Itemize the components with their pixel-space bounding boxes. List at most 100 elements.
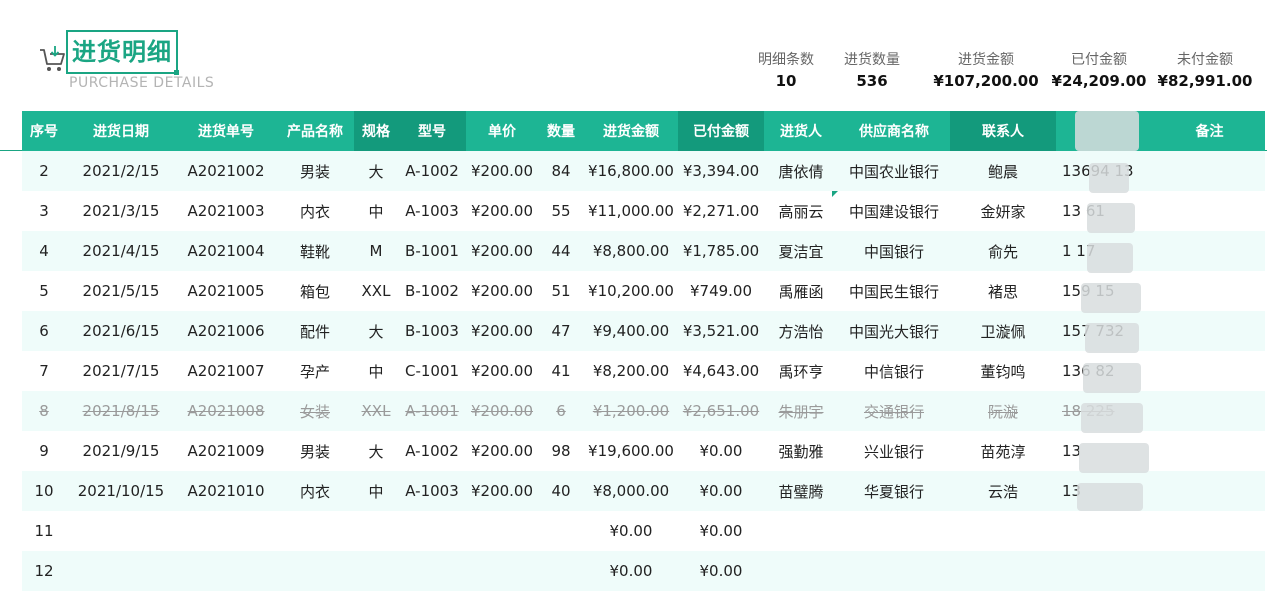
cell-product[interactable]: 女装 <box>276 391 354 431</box>
column-header-qty[interactable]: 数量 <box>538 111 584 151</box>
cell-order-no[interactable] <box>176 511 276 551</box>
cell-spec[interactable]: 中 <box>354 471 398 511</box>
cell-product[interactable]: 内衣 <box>276 191 354 231</box>
cell-price[interactable]: ¥200.00 <box>466 471 538 511</box>
cell-contact[interactable]: 苗苑淳 <box>950 431 1056 471</box>
cell-seq[interactable]: 11 <box>22 511 66 551</box>
cell-price[interactable]: ¥200.00 <box>466 351 538 391</box>
column-header-date[interactable]: 进货日期 <box>66 111 176 151</box>
cell-price[interactable]: ¥200.00 <box>466 231 538 271</box>
cell-buyer[interactable]: 高丽云 <box>764 191 838 231</box>
cell-seq[interactable]: 4 <box>22 231 66 271</box>
table-row[interactable]: 7 2021/7/15 A2021007 孕产中 C-1001 ¥200.00 41 ¥8,2… <box>22 351 1265 391</box>
cell-date[interactable]: 2021/5/15 <box>66 271 176 311</box>
column-header-contact[interactable]: 联系人 <box>950 111 1056 151</box>
cell-date[interactable]: 2021/7/15 <box>66 351 176 391</box>
column-header-supplier[interactable]: 供应商名称 <box>838 111 950 151</box>
cell-supplier[interactable]: 中信银行 <box>838 351 950 391</box>
cell-spec[interactable]: 中 <box>354 191 398 231</box>
cell-order-no[interactable]: A2021004 <box>176 231 276 271</box>
cell-remark[interactable] <box>1154 551 1265 591</box>
cell-price[interactable]: ¥200.00 <box>466 151 538 191</box>
cell-contact[interactable]: 阮漩 <box>950 391 1056 431</box>
cell-buyer[interactable] <box>764 551 838 591</box>
cell-phone[interactable]: 13 61 <box>1056 191 1154 231</box>
cell-seq[interactable]: 10 <box>22 471 66 511</box>
cell-buyer[interactable]: 夏洁宜 <box>764 231 838 271</box>
cell-supplier[interactable] <box>838 511 950 551</box>
cell-supplier[interactable]: 兴业银行 <box>838 431 950 471</box>
cell-supplier[interactable]: 中国民生银行 <box>838 271 950 311</box>
cell-order-no[interactable]: A2021006 <box>176 311 276 351</box>
column-header-amount[interactable]: 进货金额 <box>584 111 678 151</box>
cell-qty[interactable]: 98 <box>538 431 584 471</box>
cell-seq[interactable]: 8 <box>22 391 66 431</box>
cell-model[interactable]: A-1002 <box>398 431 466 471</box>
cell-date[interactable]: 2021/8/15 <box>66 391 176 431</box>
table-row[interactable]: 10 2021/10/15 A2021010 内衣中 A-1003 ¥200.00 40 ¥8… <box>22 471 1265 511</box>
cell-order-no[interactable] <box>176 551 276 591</box>
cell-amount[interactable]: ¥19,600.00 <box>584 431 678 471</box>
cell-amount[interactable]: ¥8,800.00 <box>584 231 678 271</box>
cell-product[interactable] <box>276 511 354 551</box>
cell-buyer[interactable]: 方浩怡 <box>764 311 838 351</box>
cell-remark[interactable] <box>1154 391 1265 431</box>
cell-paid[interactable]: ¥0.00 <box>678 431 764 471</box>
table-row[interactable]: 6 2021/6/15 A2021006 配件大 B-1003 ¥200.00 47 ¥9,4… <box>22 311 1265 351</box>
cell-order-no[interactable]: A2021005 <box>176 271 276 311</box>
cell-phone[interactable]: 1 17 <box>1056 231 1154 271</box>
cell-contact[interactable]: 鲍晨 <box>950 151 1056 191</box>
cell-price[interactable]: ¥200.00 <box>466 191 538 231</box>
cell-qty[interactable]: 40 <box>538 471 584 511</box>
cell-supplier[interactable]: 华夏银行 <box>838 471 950 511</box>
cell-amount[interactable]: ¥9,400.00 <box>584 311 678 351</box>
cell-amount[interactable]: ¥0.00 <box>584 511 678 551</box>
cell-paid[interactable]: ¥0.00 <box>678 511 764 551</box>
cell-model[interactable]: A-1002 <box>398 151 466 191</box>
column-header-price[interactable]: 单价 <box>466 111 538 151</box>
table-row[interactable]: 4 2021/4/15 A2021004 鞋靴 M B-1001 ¥200.00 44 ¥8,8… <box>22 231 1265 271</box>
cell-phone[interactable]: 136 82 <box>1056 351 1154 391</box>
cell-buyer[interactable]: 禹环亨 <box>764 351 838 391</box>
cell-qty[interactable]: 51 <box>538 271 584 311</box>
cell-phone[interactable]: 157 732 <box>1056 311 1154 351</box>
cell-spec[interactable]: 中 <box>354 351 398 391</box>
cell-date[interactable]: 2021/4/15 <box>66 231 176 271</box>
cell-paid[interactable]: ¥0.00 <box>678 471 764 511</box>
cell-paid[interactable]: ¥4,643.00 <box>678 351 764 391</box>
cell-buyer[interactable]: 苗璧腾 <box>764 471 838 511</box>
cell-product[interactable] <box>276 551 354 591</box>
cell-spec[interactable]: XXL <box>354 271 398 311</box>
cell-contact[interactable] <box>950 511 1056 551</box>
cell-paid[interactable]: ¥2,271.00 <box>678 191 764 231</box>
cell-order-no[interactable]: A2021008 <box>176 391 276 431</box>
cell-buyer[interactable]: 禹雁函 <box>764 271 838 311</box>
cell-price[interactable] <box>466 511 538 551</box>
cell-contact[interactable]: 俞先 <box>950 231 1056 271</box>
cell-model[interactable] <box>398 511 466 551</box>
cell-supplier[interactable]: 交通银行 <box>838 391 950 431</box>
cell-supplier[interactable]: 中国光大银行 <box>838 311 950 351</box>
cell-model[interactable]: A-1003 <box>398 191 466 231</box>
cell-qty[interactable]: 84 <box>538 151 584 191</box>
cell-product[interactable]: 配件 <box>276 311 354 351</box>
cell-remark[interactable] <box>1154 511 1265 551</box>
cell-spec[interactable]: 大 <box>354 151 398 191</box>
cell-supplier[interactable]: 中国农业银行 <box>838 151 950 191</box>
cell-price[interactable]: ¥200.00 <box>466 271 538 311</box>
cell-spec[interactable] <box>354 551 398 591</box>
cell-date[interactable]: 2021/9/15 <box>66 431 176 471</box>
cell-qty[interactable]: 47 <box>538 311 584 351</box>
cell-order-no[interactable]: A2021007 <box>176 351 276 391</box>
cell-product[interactable]: 鞋靴 <box>276 231 354 271</box>
cell-phone[interactable]: 13 <box>1056 471 1154 511</box>
cell-paid[interactable]: ¥749.00 <box>678 271 764 311</box>
cell-product[interactable]: 箱包 <box>276 271 354 311</box>
cell-buyer[interactable]: 强勤雅 <box>764 431 838 471</box>
cell-contact[interactable] <box>950 551 1056 591</box>
cell-phone[interactable]: 13 <box>1056 431 1154 471</box>
cell-supplier[interactable]: 中国银行 <box>838 231 950 271</box>
cell-seq[interactable]: 9 <box>22 431 66 471</box>
cell-date[interactable] <box>66 511 176 551</box>
cell-date[interactable] <box>66 551 176 591</box>
